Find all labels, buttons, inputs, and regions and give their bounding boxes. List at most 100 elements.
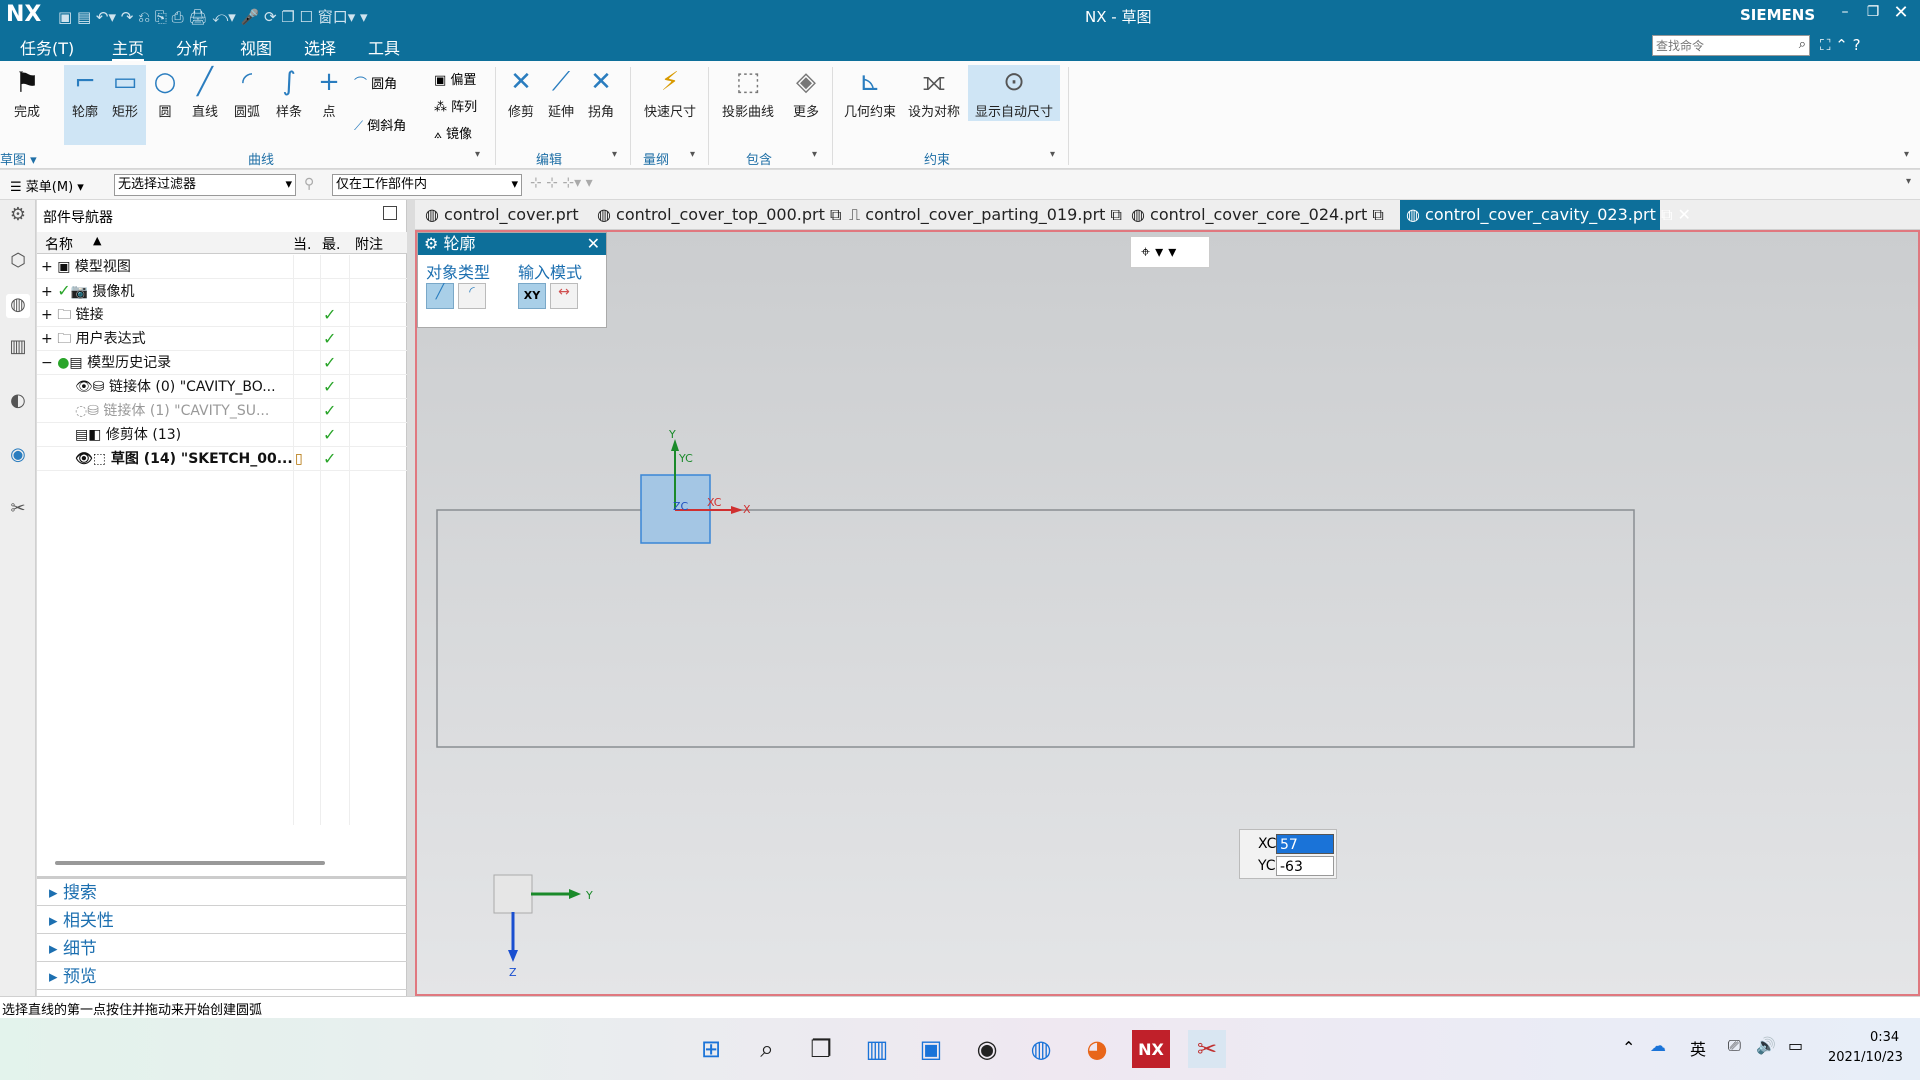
fillet-button[interactable]: ⌒ 圆角 [354, 73, 397, 92]
dell-icon[interactable]: ◍ [1022, 1030, 1060, 1068]
tree-row[interactable]: ◌⛁ 链接体 (1) "CAVITY_SU... ✓ [37, 399, 407, 423]
group-edit-dropdown[interactable]: ▾ [612, 149, 617, 160]
selection-filter-select[interactable]: 无选择过滤器 ▾ [114, 174, 296, 196]
menu-analysis[interactable]: 分析 [176, 35, 208, 59]
roles-icon[interactable]: ✂ [6, 498, 30, 522]
group-curve-dropdown[interactable]: ▾ [475, 149, 480, 160]
tree-row[interactable]: + ▣ 模型视图 [37, 255, 407, 279]
show-auto-dimensions-button[interactable]: ⊙ 显示自动尺寸 [968, 65, 1060, 121]
tab-control-cover[interactable]: ◍ control_cover.prt [419, 200, 579, 230]
extend-button[interactable]: ⟋ 延伸 [540, 65, 582, 121]
group-constraints[interactable]: 约束 [924, 149, 950, 168]
selection-tools-icon[interactable]: ⊹ ⊹ ⊹▾ ▾ [530, 175, 593, 191]
start-icon[interactable]: ⊞ [692, 1030, 730, 1068]
assembly-navigator-icon[interactable]: ⬡ [6, 250, 30, 274]
spline-button[interactable]: ∫ 样条 [268, 65, 310, 120]
control-panel-icon[interactable]: ▣ [912, 1030, 950, 1068]
pattern-button[interactable]: ⁂ 阵列 [434, 96, 477, 115]
tab-core[interactable]: ◍ control_cover_core_024.prt ⧉ [1125, 200, 1384, 230]
rectangle-button[interactable]: ▭ 矩形 [104, 65, 146, 145]
column-name[interactable]: 名称 [45, 234, 73, 254]
part-navigator-icon[interactable]: ◍ [6, 294, 30, 318]
xc-input[interactable]: 57 [1276, 834, 1334, 854]
onedrive-icon[interactable]: ☁ [1650, 1036, 1666, 1055]
project-curve-button[interactable]: ⬚ 投影曲线 [718, 65, 778, 120]
tree-row[interactable]: + 🗀 链接 ✓ [37, 303, 407, 327]
offset-button[interactable]: ▣ 偏置 [434, 69, 476, 88]
horizontal-scrollbar[interactable] [55, 861, 325, 865]
fullscreen-icon[interactable]: ⛶ ⌃ ? [1820, 36, 1861, 54]
yc-input[interactable]: -63 [1276, 856, 1334, 876]
input-language[interactable]: 英 [1690, 1036, 1706, 1060]
menu-tools[interactable]: 工具 [368, 35, 400, 59]
column-latest[interactable]: 最. [322, 234, 340, 254]
finish-button[interactable]: ⚑ 完成 [6, 65, 48, 121]
command-search-input[interactable] [1653, 36, 1783, 55]
circle-button[interactable]: ○ 圆 [144, 65, 186, 120]
make-symmetric-button[interactable]: ⟗ 设为对称 [904, 65, 964, 121]
more-button[interactable]: ◈ 更多 [786, 65, 826, 120]
widgets-icon[interactable]: ▥ [858, 1030, 896, 1068]
menu-home[interactable]: 主页 [112, 35, 145, 61]
maximize-panel-icon[interactable] [383, 206, 397, 220]
firefox-icon[interactable]: ◕ [1078, 1030, 1116, 1068]
trim-button[interactable]: ✕ 修剪 [500, 65, 542, 120]
tray-expand-icon[interactable]: ⌃ [1622, 1038, 1635, 1057]
menu-dropdown[interactable]: ☰ 菜单(M) ▾ [10, 176, 84, 195]
alienware-icon[interactable]: ◉ [968, 1030, 1006, 1068]
volume-icon[interactable]: 🔊 [1756, 1036, 1776, 1055]
settings-icon[interactable]: ⚙ [6, 204, 30, 228]
close-button[interactable]: ✕ [1890, 2, 1912, 23]
toolbar-options-dropdown[interactable]: ▾ [1906, 176, 1911, 187]
tree-row[interactable]: 👁⬚ 草图 (14) "SKETCH_00... ▯ ✓ [37, 447, 407, 471]
battery-icon[interactable]: ▭ [1788, 1036, 1803, 1055]
group-include-dropdown[interactable]: ▾ [812, 149, 817, 160]
nx-app-icon[interactable]: NX [1132, 1030, 1170, 1068]
ribbon-options-dropdown[interactable]: ▾ [1904, 149, 1909, 160]
group-curve[interactable]: 曲线 [248, 149, 274, 168]
web-browser-icon[interactable]: ◉ [6, 444, 30, 468]
search-icon[interactable]: ⌕ [748, 1030, 786, 1068]
tree-row[interactable]: + 🗀 用户表达式 ✓ [37, 327, 407, 351]
restore-button[interactable]: ❐ [1862, 4, 1884, 20]
reuse-library-icon[interactable]: ▥ [6, 336, 30, 360]
arc-button[interactable]: ◜ 圆弧 [226, 65, 268, 120]
scope-select[interactable]: 仅在工作部件内 ▾ [332, 174, 522, 196]
rapid-dimension-button[interactable]: ⚡ 快速尺寸 [640, 65, 700, 120]
tree-row[interactable]: ▤◧ 修剪体 (13) ✓ [37, 423, 407, 447]
menu-view[interactable]: 视图 [240, 35, 272, 59]
network-icon[interactable]: ⎚ [1728, 1036, 1741, 1056]
graphics-window[interactable]: ⚙ 轮廓 ✕ 对象类型 输入模式 ╱ ◜ XY ↔ ⌖ ▾ ▾ Y YC X XC… [415, 230, 1920, 996]
task-view-icon[interactable]: ❐ [802, 1030, 840, 1068]
section-search[interactable]: ▸ 搜索 [37, 880, 407, 906]
profile-button[interactable]: ⌐ 轮廓 [64, 65, 106, 145]
chamfer-button[interactable]: ⟋ 倒斜角 [354, 115, 406, 134]
column-notes[interactable]: 附注 [355, 234, 383, 254]
group-sketch[interactable]: 草图 ▾ [0, 149, 37, 168]
group-edit[interactable]: 编辑 [536, 149, 562, 168]
menu-task[interactable]: 任务(T) [20, 35, 74, 59]
group-dimension-dropdown[interactable]: ▾ [690, 149, 695, 160]
quick-access-toolbar[interactable]: ▣ ▤ ↶▾ ↷ ⎌ ⎘ ⎙ 🖨 ⤺▾ 🎤 ⟳ ❐ ☐ 窗口▾ ▾ [58, 6, 368, 27]
line-button[interactable]: ╱ 直线 [184, 65, 226, 120]
group-dimension[interactable]: 量纲 [643, 149, 669, 168]
group-constraints-dropdown[interactable]: ▾ [1050, 149, 1055, 160]
clock-time[interactable]: 0:34 [1870, 1030, 1899, 1045]
mirror-button[interactable]: ⟑ 镜像 [434, 123, 472, 142]
column-current[interactable]: 当. [293, 234, 311, 254]
command-search[interactable]: ⌕ [1652, 35, 1810, 56]
tab-parting[interactable]: ⎍ control_cover_parting_019.prt ⧉ [843, 200, 1122, 230]
tree-row[interactable]: 👁⛁ 链接体 (0) "CAVITY_BO... ✓ [37, 375, 407, 399]
minimize-button[interactable]: – [1834, 4, 1856, 20]
point-button[interactable]: + 点 [308, 65, 350, 120]
tab-cavity[interactable]: ◍ control_cover_cavity_023.prt ⧉ ✕ [1400, 200, 1691, 230]
section-details[interactable]: ▸ 细节 [37, 936, 407, 962]
tree-row[interactable]: + ✓📷 摄像机 [37, 279, 407, 303]
history-icon[interactable]: ◐ [6, 390, 30, 414]
corner-button[interactable]: ✕ 拐角 [580, 65, 622, 120]
section-dependencies[interactable]: ▸ 相关性 [37, 908, 407, 934]
tab-top[interactable]: ◍ control_cover_top_000.prt ⧉ [591, 200, 841, 230]
snipping-tool-icon[interactable]: ✂ [1188, 1030, 1226, 1068]
tree-row[interactable]: − ●▤ 模型历史记录 ✓ [37, 351, 407, 375]
filter-icon[interactable]: ⚲ [304, 176, 314, 192]
